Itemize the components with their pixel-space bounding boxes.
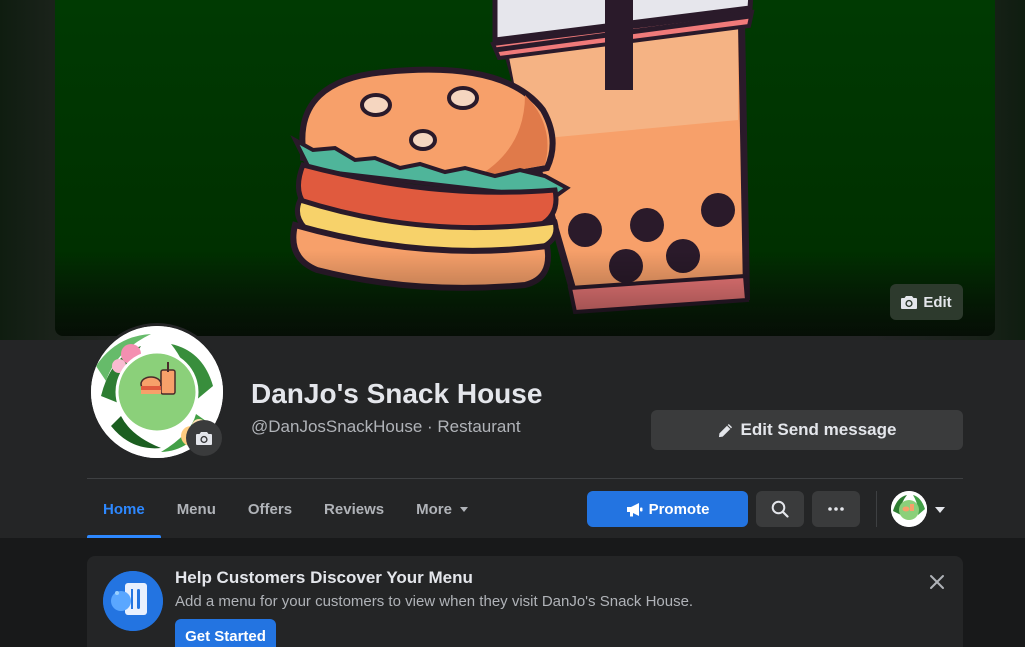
close-icon xyxy=(930,575,944,589)
promote-label: Promote xyxy=(648,500,710,518)
tab-more[interactable]: More xyxy=(400,480,484,538)
cta-label: Edit Send message xyxy=(740,420,897,439)
menu-promo-card: Help Customers Discover Your Menu Add a … xyxy=(87,556,963,647)
profile-switcher-avatar xyxy=(891,491,927,527)
edit-send-message-button[interactable]: Edit Send message xyxy=(651,410,963,450)
search-icon xyxy=(771,500,789,518)
caret-down-icon xyxy=(459,507,468,512)
update-profile-picture-button[interactable] xyxy=(186,420,222,456)
burger-and-bubble-tea-illustration xyxy=(55,0,995,336)
chevron-down-icon xyxy=(935,506,945,513)
tab-offers[interactable]: Offers xyxy=(232,480,308,538)
page-handle-category: @DanJosSnackHouse · Restaurant xyxy=(251,417,521,436)
camera-icon xyxy=(901,295,918,309)
megaphone-icon xyxy=(626,502,643,516)
tab-reviews[interactable]: Reviews xyxy=(308,480,400,538)
promote-button[interactable]: Promote xyxy=(587,491,748,527)
edit-cover-label: Edit xyxy=(923,293,952,311)
cover-photo[interactable] xyxy=(55,0,995,336)
search-button[interactable] xyxy=(756,491,804,527)
more-options-button[interactable] xyxy=(812,491,860,527)
page-tabs: Home Menu Offers Reviews More xyxy=(87,480,484,538)
menu-utensils-icon xyxy=(103,571,163,631)
tab-menu[interactable]: Menu xyxy=(161,480,232,538)
actions-divider xyxy=(876,491,877,527)
get-started-button[interactable]: Get Started xyxy=(175,619,276,647)
header-divider xyxy=(87,478,963,479)
close-card-button[interactable] xyxy=(923,568,951,596)
ellipsis-icon xyxy=(828,507,844,511)
edit-cover-button[interactable]: Edit xyxy=(890,284,963,320)
tab-home[interactable]: Home xyxy=(87,480,161,538)
card-title: Help Customers Discover Your Menu xyxy=(175,568,473,587)
page-title: DanJo's Snack House xyxy=(251,378,543,409)
profile-switcher[interactable] xyxy=(891,491,955,527)
camera-icon xyxy=(196,431,212,445)
pencil-icon xyxy=(718,423,732,437)
card-description: Add a menu for your customers to view wh… xyxy=(175,593,694,610)
